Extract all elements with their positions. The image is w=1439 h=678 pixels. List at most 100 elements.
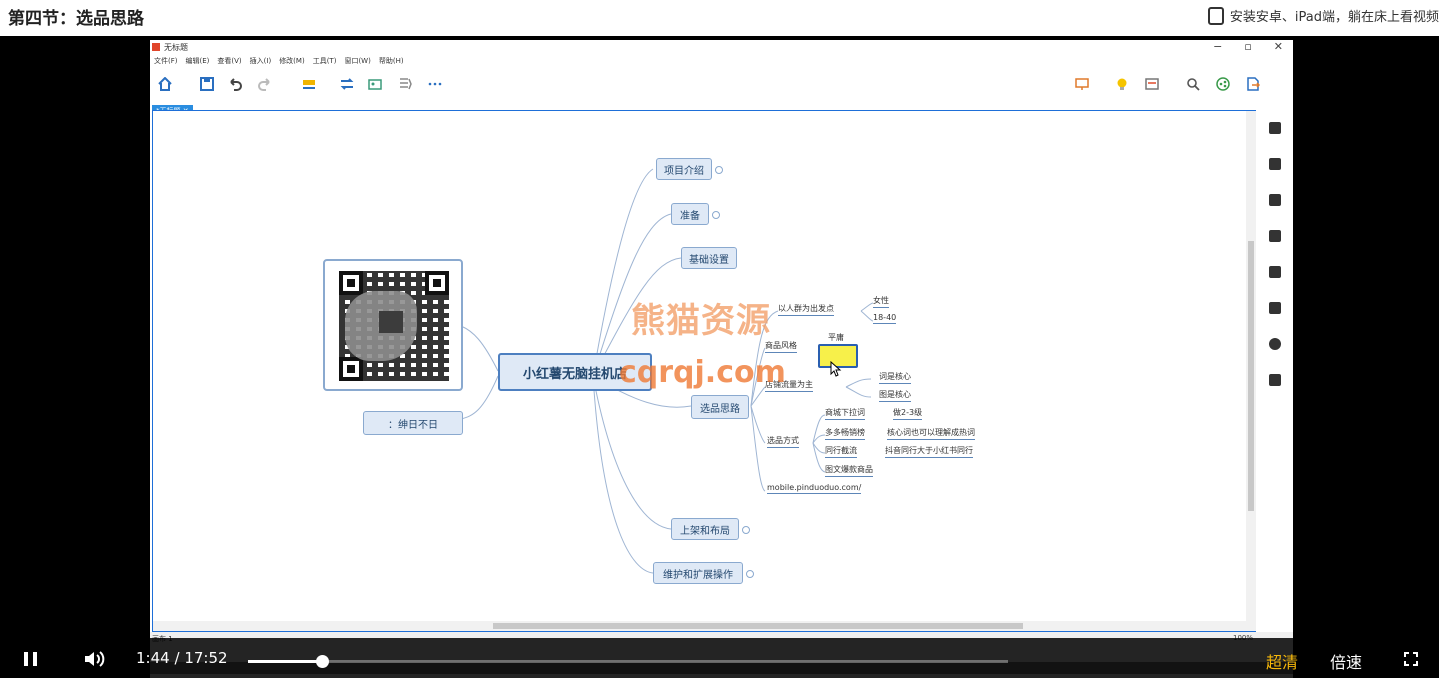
speed-button[interactable]: 倍速: [1330, 649, 1362, 673]
menu-modify: 修改(M): [279, 57, 305, 65]
outline-panel-icon: [1269, 122, 1281, 134]
section-title: 第四节：选品思路: [8, 9, 144, 29]
redo-icon: [258, 78, 270, 91]
notes-icon: [1269, 302, 1281, 314]
mindmap-app-window: 无标题 − ▫ ✕ 文件(F) 编辑(E) 查看(V) 插入(I) 修改(M) …: [150, 40, 1293, 678]
current-time: 1:44: [136, 649, 170, 667]
quality-button[interactable]: 超清: [1266, 649, 1298, 673]
right-side-panel: [1256, 110, 1292, 410]
image-panel-icon: [1269, 194, 1281, 206]
menu-tools: 工具(T): [312, 57, 337, 65]
qr-finder-tl: [339, 271, 363, 295]
leaf-core-words: 核心词也可以理解成热词: [887, 427, 975, 440]
menu-view: 查看(V): [217, 57, 242, 65]
expand-icon: [742, 526, 750, 534]
window-titlebar: 无标题 − ▫ ✕: [150, 40, 1293, 54]
watermark-text-2: cqrqj.com: [619, 355, 786, 390]
theme-icon: [1269, 266, 1281, 278]
tablet-icon: [1207, 6, 1224, 25]
app-promo[interactable]: 安装安卓、iPad端，躺在床上看视频: [1207, 6, 1439, 25]
volume-icon[interactable]: [84, 650, 106, 668]
pause-button[interactable]: [24, 652, 38, 666]
close-icon: ✕: [1273, 40, 1283, 53]
player-controls: 1:44 / 17:52 超清 倍速: [0, 638, 1439, 678]
video-area[interactable]: 无标题 − ▫ ✕ 文件(F) 编辑(E) 查看(V) 插入(I) 修改(M) …: [0, 36, 1439, 678]
branch-label: 项目介绍: [664, 165, 704, 177]
progress-fill: [248, 660, 322, 663]
leaf-age: 18-40: [873, 313, 897, 324]
qr-finder-bl: [339, 357, 363, 381]
duration: 17:52: [184, 649, 228, 667]
branch-maintenance: 维护和扩展操作: [653, 562, 743, 584]
vertical-scroll-thumb: [1248, 241, 1254, 511]
format-brush-icon: [1269, 158, 1281, 170]
qr-code-image: [323, 259, 463, 391]
image-icon: [368, 79, 382, 90]
undo-icon: [230, 78, 242, 91]
branch-label: 上架和布局: [680, 525, 730, 537]
name-node-label: ：绅日不日: [388, 419, 438, 431]
share-icon: [1216, 77, 1230, 91]
leaf-url: mobile.pinduoduo.com/: [767, 483, 862, 494]
leaf-explosive: 图文爆款商品: [825, 464, 873, 477]
name-node: ：绅日不日: [363, 411, 463, 435]
document-tab-row: *无标题 ✕: [152, 98, 193, 117]
leaf-douyin: 抖音同行大于小红书同行: [885, 445, 973, 458]
window-controls: − ▫ ✕: [1213, 40, 1283, 53]
vertical-scrollbar: [1246, 111, 1256, 631]
branch-label: 选品思路: [700, 403, 740, 415]
fullscreen-icon[interactable]: [1404, 652, 1418, 666]
maximize-icon: ▫: [1244, 40, 1252, 53]
leaf-nuclear-a: 词是核心: [879, 371, 911, 384]
search-icon: [1187, 78, 1200, 91]
outline-view-icon: [1145, 78, 1159, 90]
progress-knob[interactable]: [315, 655, 329, 668]
presentation-icon: [1075, 78, 1089, 90]
toolbar: [150, 70, 1293, 98]
leaf-level: 做2-3级: [893, 407, 923, 420]
watermark-text-1: 熊猫资源: [631, 301, 771, 341]
expand-icon: [715, 166, 723, 174]
time-display: 1:44 / 17:52: [136, 649, 228, 667]
central-topic-label: 小红薯无脑挂机店: [522, 366, 627, 382]
branch-project-intro: 项目介绍: [656, 158, 712, 180]
leaf-mall-dropdown: 商城下拉词: [825, 407, 865, 420]
task-icon: [1269, 374, 1281, 386]
qr-finder-tr: [425, 271, 449, 295]
mouse-cursor-icon: [830, 361, 842, 377]
leaf-audience: 以人群为出发点: [778, 303, 834, 316]
app-promo-text[interactable]: 安装安卓、iPad端，躺在床上看视频: [1230, 6, 1439, 25]
minimize-icon: −: [1213, 40, 1223, 53]
summary-icon: [400, 78, 412, 90]
comment-icon: [1269, 338, 1281, 350]
branch-listing-layout: 上架和布局: [671, 518, 739, 540]
home-icon: [158, 77, 172, 91]
branch-label: 准备: [680, 210, 700, 222]
menu-bar: 文件(F) 编辑(E) 查看(V) 插入(I) 修改(M) 工具(T) 窗口(W…: [154, 56, 404, 66]
branch-selection-idea: 选品思路: [691, 395, 749, 419]
expand-icon: [712, 211, 720, 219]
leaf-flat: 平庸: [828, 333, 844, 342]
leaf-method: 选品方式: [767, 435, 799, 448]
time-separator: /: [174, 649, 180, 667]
progress-bar[interactable]: [248, 655, 1008, 668]
flag-icon: [1269, 230, 1281, 242]
horizontal-scrollbar: [153, 621, 1255, 631]
branch-label: 基础设置: [689, 254, 729, 266]
menu-help: 帮助(H): [378, 57, 404, 65]
more-icon: [428, 82, 442, 86]
leaf-pdd: 多多畅销榜: [825, 427, 865, 440]
leaf-female: 女性: [873, 295, 889, 308]
blurred-region-dark: [379, 311, 403, 333]
idea-bulb-icon: [1117, 78, 1127, 90]
menu-window: 窗口(W): [344, 57, 371, 65]
branch-label: 维护和扩展操作: [663, 569, 733, 581]
leaf-nuclear-b: 图是核心: [879, 389, 911, 402]
window-title: 无标题: [164, 43, 188, 52]
expand-icon: [746, 570, 754, 578]
leaf-competitor: 同行截流: [825, 445, 857, 458]
save-icon: [200, 77, 214, 91]
mindmap-canvas: ：绅日不日 小红薯无脑挂机店 项目介绍 准备 基础设置 选品思路 上架和布局 维…: [152, 110, 1256, 632]
page-header: 第四节：选品思路 安装安卓、iPad端，躺在床上看视频: [0, 0, 1439, 36]
horizontal-scroll-thumb: [493, 623, 1023, 629]
